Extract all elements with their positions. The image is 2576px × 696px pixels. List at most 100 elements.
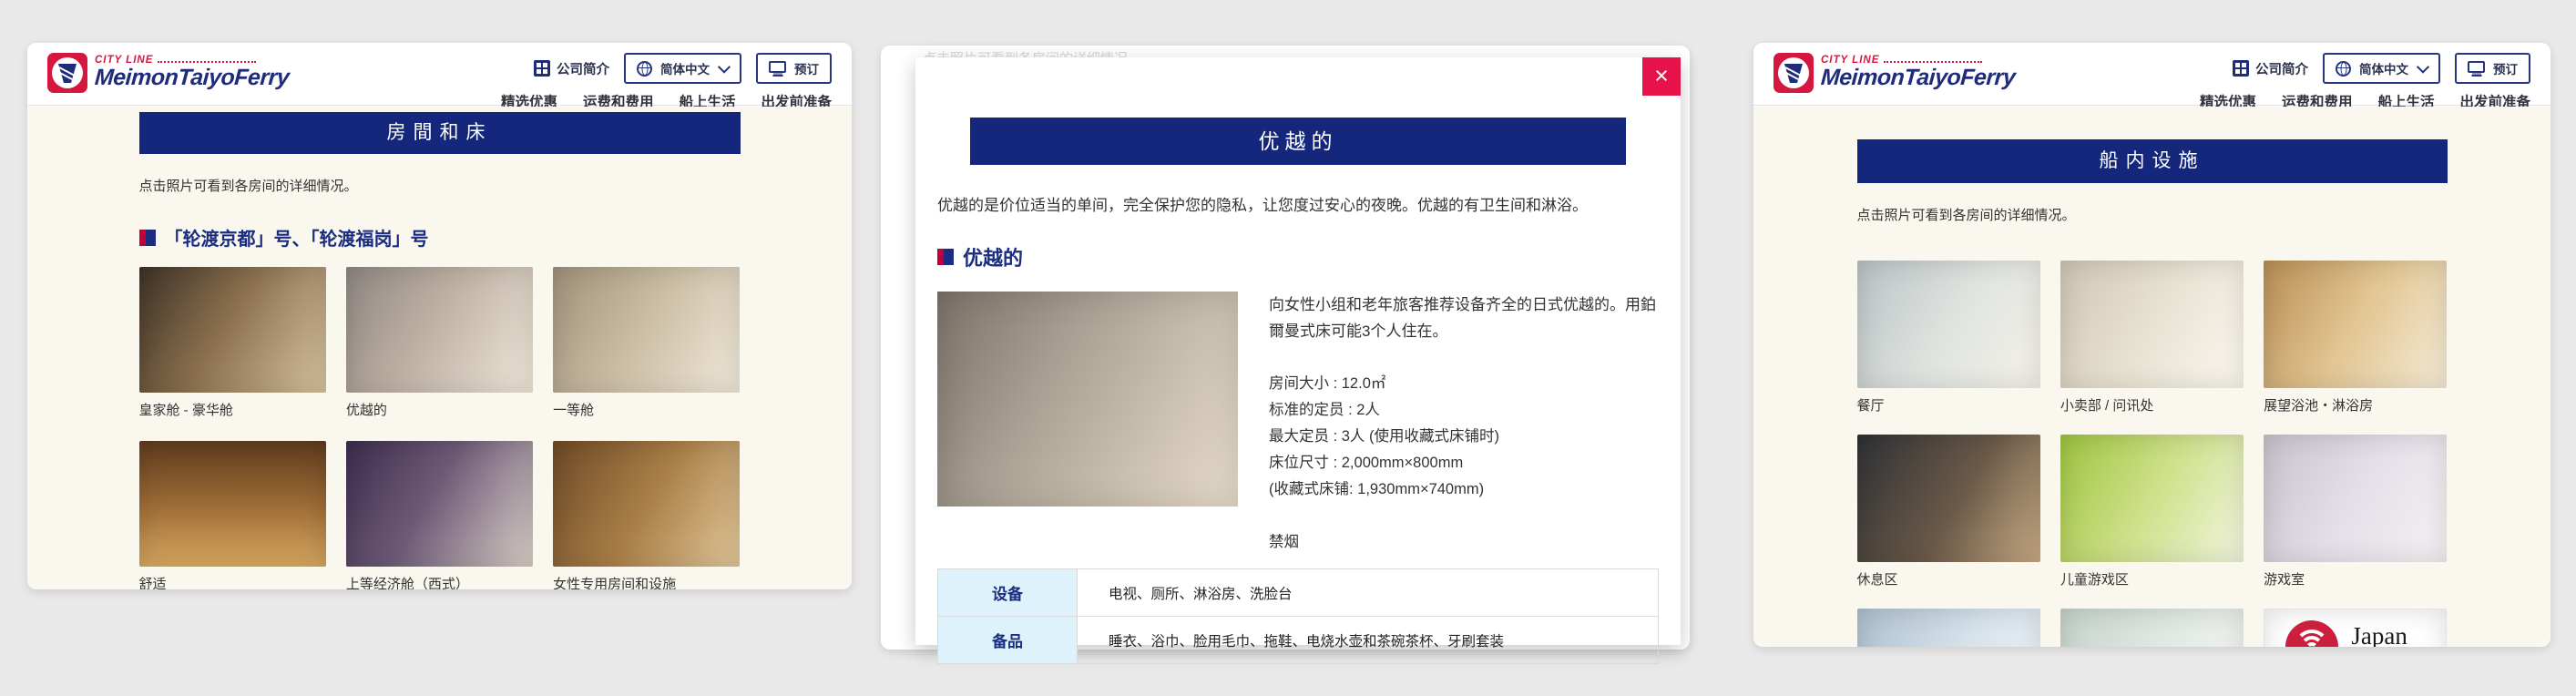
room-caption: 皇家舱 - 豪华舱 xyxy=(139,400,326,419)
facility-photo-game-room[interactable] xyxy=(2264,435,2447,562)
room-photo-royal[interactable] xyxy=(139,267,326,393)
room-caption: 上等经济舱（西式） xyxy=(346,574,533,589)
section-bullet-icon xyxy=(937,249,954,265)
facility-caption: 儿童游戏区 xyxy=(2060,569,2244,589)
chevron-down-icon xyxy=(718,61,731,74)
brand-logo-icon xyxy=(47,53,87,93)
monitor-icon xyxy=(2468,61,2485,73)
table-row: 设备 电视、厕所、淋浴房、洗脸台 xyxy=(938,569,1659,617)
globe-icon xyxy=(637,61,652,77)
facility-photo-restaurant[interactable] xyxy=(1857,261,2040,388)
equipment-table: 设备 电视、厕所、淋浴房、洗脸台 备品 睡衣、浴巾、脸用毛巾、拖鞋、电烧水壶和茶… xyxy=(937,568,1659,664)
desktop-background: CITY LINE MeimonTaiyoFerry 公司简介 简体中文 xyxy=(0,0,2576,696)
brand-logo-text: CITY LINE MeimonTaiyoFerry xyxy=(95,55,289,89)
brand-logo-text: CITY LINE MeimonTaiyoFerry xyxy=(1821,55,2015,89)
brand-name: MeimonTaiyoFerry xyxy=(1820,66,2016,89)
facilities-hint-text: 点击照片可看到各房间的详细情况。 xyxy=(1857,205,2448,224)
close-icon[interactable]: × xyxy=(1642,57,1681,96)
spec-standard-capacity: 标准的定员 : 2人 xyxy=(1269,397,1659,424)
facility-photo-bath[interactable] xyxy=(2264,261,2447,388)
table-row: 备品 睡衣、浴巾、脸用毛巾、拖鞋、电烧水壶和茶碗茶杯、牙刷套装 xyxy=(938,617,1659,664)
rooms-page-title: 房間和床 xyxy=(139,112,741,154)
monitor-icon xyxy=(769,61,786,73)
facility-photo-vending[interactable] xyxy=(1857,609,2040,647)
facility-caption: 休息区 xyxy=(1857,569,2040,589)
facility-tile-lockers[interactable] xyxy=(2060,609,2244,647)
header-utility-row: 公司简介 简体中文 预订 xyxy=(534,53,832,84)
room-tile-ladies[interactable]: 女性专用房间和设施 xyxy=(553,441,740,589)
language-selector[interactable]: 简体中文 xyxy=(2323,53,2440,84)
equipment-label: 设备 xyxy=(938,569,1078,617)
room-tile-first-class[interactable]: 一等舱 xyxy=(553,267,740,419)
room-caption: 女性专用房间和设施 xyxy=(553,574,740,589)
room-photo-ladies[interactable] xyxy=(553,441,740,567)
grid-icon xyxy=(2233,60,2249,77)
room-photo-superior[interactable] xyxy=(346,267,533,393)
facility-photo-shop[interactable] xyxy=(2060,261,2244,388)
room-description: 向女性小组和老年旅客推荐设备齐全的日式优越的。用鉑爾曼式床可能3个人住在。 xyxy=(1269,292,1659,344)
no-smoking-label: 禁烟 xyxy=(1269,529,1659,556)
booking-label: 预订 xyxy=(2493,59,2518,77)
japan-wifi-logo[interactable]: Japan Connected-free W i - F i xyxy=(2264,609,2447,647)
wifi-logo-text: Japan Connected-free W i - F i xyxy=(2351,622,2425,647)
facility-caption: 游戏室 xyxy=(2264,569,2447,589)
room-tile-superior[interactable]: 优越的 xyxy=(346,267,533,419)
facility-tile-bath[interactable]: 展望浴池・淋浴房 xyxy=(2264,261,2447,415)
globe-icon xyxy=(2336,61,2351,77)
brand-name: MeimonTaiyoFerry xyxy=(94,66,290,89)
chevron-down-icon xyxy=(2417,61,2429,74)
brand-logo[interactable]: CITY LINE MeimonTaiyoFerry xyxy=(47,53,289,93)
facility-photo-lockers[interactable] xyxy=(2060,609,2244,647)
section-bullet-icon xyxy=(139,230,156,246)
rooms-photo-grid: 皇家舱 - 豪华舱 优越的 一等舱 舒适 xyxy=(139,267,741,589)
room-caption: 一等舱 xyxy=(553,400,740,419)
wifi-icon xyxy=(2285,620,2338,647)
booking-button[interactable]: 预订 xyxy=(756,53,832,84)
facility-photo-lounge[interactable] xyxy=(1857,435,2040,562)
room-tile-royal[interactable]: 皇家舱 - 豪华舱 xyxy=(139,267,326,419)
room-photo-comfort[interactable] xyxy=(139,441,326,567)
modal-section-title: 优越的 xyxy=(937,242,1681,271)
modal-intro-text: 优越的是价位适当的单间，完全保护您的隐私，让您度过安心的夜晚。优越的有卫生间和淋… xyxy=(937,192,1659,215)
facility-photo-kids-area[interactable] xyxy=(2060,435,2244,562)
rooms-section-title: 「轮渡京都」号、「轮渡福岗」号 xyxy=(139,224,741,251)
booking-button[interactable]: 预订 xyxy=(2455,53,2530,84)
spec-pullman-bed-size: (收藏式床铺: 1,930mm×740mm) xyxy=(1269,476,1659,503)
room-detail-photo xyxy=(937,292,1238,507)
rooms-section-title-text: 「轮渡京都」号、「轮渡福岗」号 xyxy=(165,224,429,251)
amenities-label: 备品 xyxy=(938,617,1078,664)
header-utility-row: 公司简介 简体中文 预订 xyxy=(2233,53,2530,84)
facility-tile-shop[interactable]: 小卖部 / 问讯处 xyxy=(2060,261,2244,415)
facility-tile-kids-area[interactable]: 儿童游戏区 xyxy=(2060,435,2244,589)
rooms-page: CITY LINE MeimonTaiyoFerry 公司简介 简体中文 xyxy=(27,43,852,589)
header-right: 公司简介 简体中文 预订 精选优惠 运费和费用 船上生活 xyxy=(2200,53,2530,111)
spec-room-size: 房间大小 : 12.0㎡ xyxy=(1269,371,1659,397)
facility-tile-lounge[interactable]: 休息区 xyxy=(1857,435,2040,589)
header-right: 公司简介 简体中文 预订 精选优惠 运费和费用 船上生活 xyxy=(501,53,832,111)
facility-tile-wifi[interactable]: Japan Connected-free W i - F i xyxy=(2264,609,2447,647)
facility-tile-game-room[interactable]: 游戏室 xyxy=(2264,435,2447,589)
company-profile-link[interactable]: 公司简介 xyxy=(2233,59,2308,78)
facility-caption: 小卖部 / 问讯处 xyxy=(2060,395,2244,415)
room-photo-economy-western[interactable] xyxy=(346,441,533,567)
facility-tile-restaurant[interactable]: 餐厅 xyxy=(1857,261,2040,415)
modal-section-title-text: 优越的 xyxy=(963,242,1023,271)
room-caption: 优越的 xyxy=(346,400,533,419)
facilities-page: CITY LINE MeimonTaiyoFerry 公司简介 简体中文 xyxy=(1753,43,2550,647)
room-tile-economy-western[interactable]: 上等经济舱（西式） xyxy=(346,441,533,589)
language-selector[interactable]: 简体中文 xyxy=(624,53,741,84)
room-photo-first-class[interactable] xyxy=(553,267,740,393)
rooms-hint-text: 点击照片可看到各房间的详细情况。 xyxy=(139,176,741,195)
language-label: 简体中文 xyxy=(660,59,710,77)
company-profile-link[interactable]: 公司简介 xyxy=(534,59,609,78)
brand-logo[interactable]: CITY LINE MeimonTaiyoFerry xyxy=(1774,53,2015,93)
room-tile-comfort[interactable]: 舒适 xyxy=(139,441,326,589)
grid-icon xyxy=(534,60,550,77)
facility-tile-vending[interactable] xyxy=(1857,609,2040,647)
room-detail-modal: × 优越的 优越的是价位适当的单间，完全保护您的隐私，让您度过安心的夜晚。优越的… xyxy=(915,57,1681,645)
wifi-logo-line1: Japan xyxy=(2351,622,2425,647)
spec-max-capacity: 最大定员 : 3人 (使用收藏式床铺时) xyxy=(1269,424,1659,450)
facilities-photo-grid: 餐厅 小卖部 / 问讯处 展望浴池・淋浴房 休息区 xyxy=(1857,261,2448,647)
room-detail-modal-page: 点击照片可看到各房间的详细情况。 × 优越的 优越的是价位适当的单间，完全保护您… xyxy=(881,46,1690,650)
room-detail-media: 向女性小组和老年旅客推荐设备齐全的日式优越的。用鉑爾曼式床可能3个人住在。 房间… xyxy=(937,292,1659,556)
